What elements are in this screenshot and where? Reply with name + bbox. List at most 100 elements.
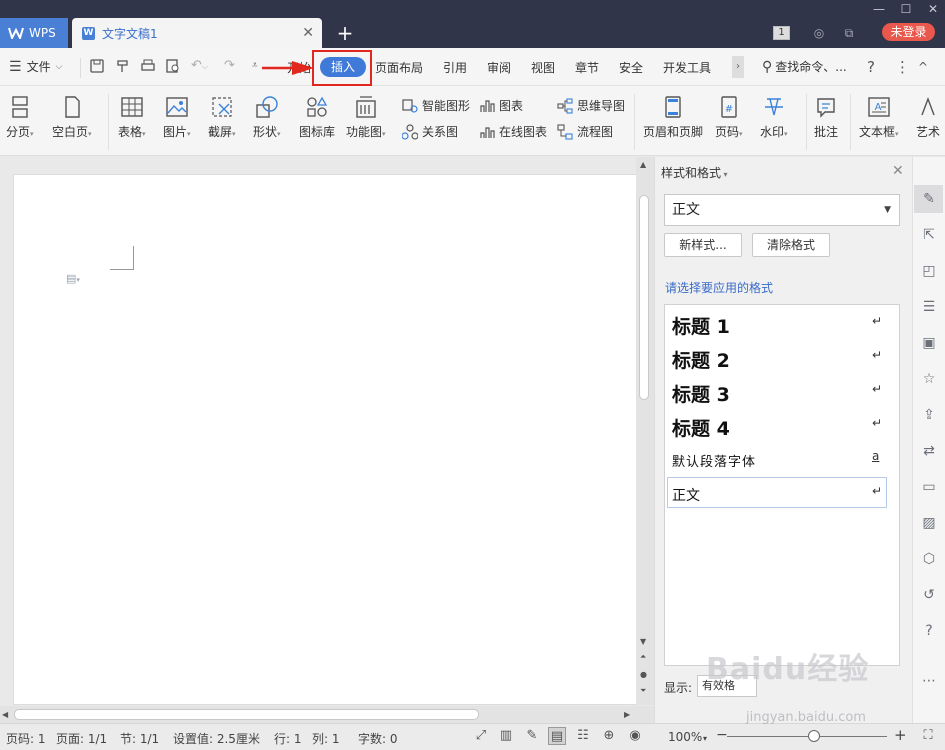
document-page[interactable]: [13, 174, 637, 705]
previous-page-icon[interactable]: ⏶: [640, 652, 646, 662]
table-button[interactable]: 表格▾: [118, 95, 146, 140]
status-column[interactable]: 列: 1: [312, 730, 340, 747]
more-icon[interactable]: ⋯: [920, 672, 938, 690]
format-painter-icon[interactable]: [115, 58, 131, 74]
zoom-percent[interactable]: 100%: [668, 730, 702, 744]
page-number-button[interactable]: # 页码▾: [715, 95, 743, 140]
style-heading-1[interactable]: 标题 1: [672, 312, 730, 339]
customize-toolbar-icon[interactable]: ⩡: [252, 60, 258, 71]
redo-icon[interactable]: ↷: [224, 58, 235, 73]
close-pane-icon[interactable]: ✕: [892, 163, 904, 179]
edit-mode-icon[interactable]: ✎: [523, 727, 541, 745]
icon-library-button[interactable]: 图标库: [299, 95, 335, 140]
function-chart-button[interactable]: 功能图▾: [346, 95, 386, 140]
cloud-sync-icon[interactable]: ◎: [812, 26, 826, 40]
header-footer-button[interactable]: 页眉和页脚: [643, 95, 703, 140]
restore-layout-icon[interactable]: ⧉: [842, 26, 856, 40]
scroll-up-icon[interactable]: ▲: [640, 160, 646, 169]
new-tab-button[interactable]: +: [334, 20, 356, 46]
backup-icon[interactable]: ⬡: [920, 550, 938, 568]
styles-pane-title[interactable]: 样式和格式 ▾: [661, 164, 728, 181]
watermark-button[interactable]: 水印▾: [760, 95, 788, 140]
style-heading-4[interactable]: 标题 4: [672, 414, 730, 441]
mind-map-button[interactable]: 思维导图: [557, 97, 625, 114]
clear-format-button[interactable]: 清除格式: [752, 233, 830, 257]
paragraph-layout-icon[interactable]: ▤▾: [66, 272, 80, 285]
scroll-left-icon[interactable]: ◀: [2, 710, 8, 719]
share-icon[interactable]: ⇪: [920, 406, 938, 424]
style-heading-3[interactable]: 标题 3: [672, 380, 730, 407]
status-pages[interactable]: 页面: 1/1: [56, 730, 107, 747]
page-break-button[interactable]: 分页▾: [6, 95, 34, 140]
shapes-button[interactable]: 形状▾: [253, 95, 281, 140]
tab-chapter[interactable]: 章节: [575, 59, 599, 76]
flowchart-button[interactable]: 流程图: [557, 123, 613, 140]
shapes-panel-icon[interactable]: ◰: [920, 262, 938, 280]
picture-button[interactable]: 图片▾: [163, 95, 191, 140]
document-tab[interactable]: W 文字文稿1 ✕: [72, 18, 322, 48]
tab-review[interactable]: 审阅: [487, 59, 511, 76]
maximize-icon[interactable]: ☐: [899, 2, 913, 16]
reading-mode-icon[interactable]: ▥: [497, 727, 515, 745]
new-style-button[interactable]: 新样式...: [664, 233, 742, 257]
translate-icon[interactable]: ⇄: [920, 442, 938, 460]
zoom-dropdown-icon[interactable]: ▾: [703, 734, 707, 743]
fullscreen-icon[interactable]: ⤢: [472, 727, 490, 745]
zoom-in-button[interactable]: +: [894, 726, 907, 744]
web-view-icon[interactable]: ⊕: [600, 727, 618, 745]
tab-page-layout[interactable]: 页面布局: [375, 59, 423, 76]
archive-icon[interactable]: ▭: [920, 478, 938, 496]
outline-view-icon[interactable]: ☷: [574, 727, 592, 745]
select-browse-icon[interactable]: ●: [640, 670, 647, 679]
more-tabs-button[interactable]: ›: [732, 56, 744, 78]
smart-art-button[interactable]: 智能图形: [402, 97, 470, 114]
zoom-slider[interactable]: [727, 736, 887, 737]
undo-icon[interactable]: ↶⌵: [191, 58, 208, 73]
status-page-code[interactable]: 页码: 1: [6, 730, 46, 747]
file-menu[interactable]: ☰ 文件 ⌵: [9, 58, 62, 75]
status-section[interactable]: 节: 1/1: [120, 730, 159, 747]
current-style-select[interactable]: 正文 ▼: [664, 194, 900, 226]
close-window-icon[interactable]: ✕: [926, 2, 940, 16]
tab-view[interactable]: 视图: [531, 59, 555, 76]
history-icon[interactable]: ↺: [920, 586, 938, 604]
comment-button[interactable]: 批注: [814, 95, 838, 140]
help-icon[interactable]: ?: [867, 58, 875, 76]
scroll-right-icon[interactable]: ▶: [624, 710, 630, 719]
zoom-out-button[interactable]: −: [716, 727, 728, 743]
page-view-icon[interactable]: ▤: [548, 727, 566, 745]
style-normal-selected[interactable]: [667, 477, 887, 508]
tab-developer[interactable]: 开发工具: [663, 59, 711, 76]
close-tab-icon[interactable]: ✕: [302, 25, 314, 41]
horizontal-scroll-thumb[interactable]: [14, 709, 479, 720]
chart-button[interactable]: 图表: [479, 97, 523, 114]
properties-icon[interactable]: ☰: [920, 298, 938, 316]
screenshot-button[interactable]: 截屏▾: [208, 95, 236, 140]
image-gallery-icon[interactable]: ▣: [920, 334, 938, 352]
online-chart-button[interactable]: 在线图表: [479, 123, 547, 140]
vertical-scroll-thumb[interactable]: [639, 195, 649, 400]
status-row[interactable]: 行: 1: [274, 730, 302, 747]
window-count-badge[interactable]: 1: [773, 26, 790, 40]
style-heading-2[interactable]: 标题 2: [672, 346, 730, 373]
print-preview-icon[interactable]: [165, 58, 181, 74]
next-page-icon[interactable]: ⏷: [640, 686, 646, 696]
collapse-ribbon-icon[interactable]: ^: [918, 60, 928, 74]
picture-panel-icon[interactable]: ▨: [920, 514, 938, 532]
more-options-icon[interactable]: ⋮: [895, 58, 910, 76]
relation-chart-button[interactable]: 关系图: [402, 123, 458, 140]
tab-security[interactable]: 安全: [619, 59, 643, 76]
eye-protection-icon[interactable]: ◉: [626, 727, 644, 745]
status-word-count[interactable]: 字数: 0: [358, 730, 398, 747]
help-circle-icon[interactable]: ?: [920, 622, 938, 640]
login-button[interactable]: 未登录: [882, 23, 935, 41]
blank-page-button[interactable]: 空白页▾: [52, 95, 92, 140]
tab-references[interactable]: 引用: [443, 59, 467, 76]
command-search[interactable]: ⚲ 查找命令、...: [762, 58, 847, 75]
print-icon[interactable]: [140, 58, 156, 74]
fit-page-icon[interactable]: ⛶: [919, 727, 937, 745]
text-box-button[interactable]: A 文本框▾: [859, 95, 899, 140]
minimize-icon[interactable]: —: [872, 2, 886, 16]
select-cursor-icon[interactable]: ⇱: [920, 226, 938, 244]
style-normal[interactable]: 正文: [672, 485, 700, 505]
